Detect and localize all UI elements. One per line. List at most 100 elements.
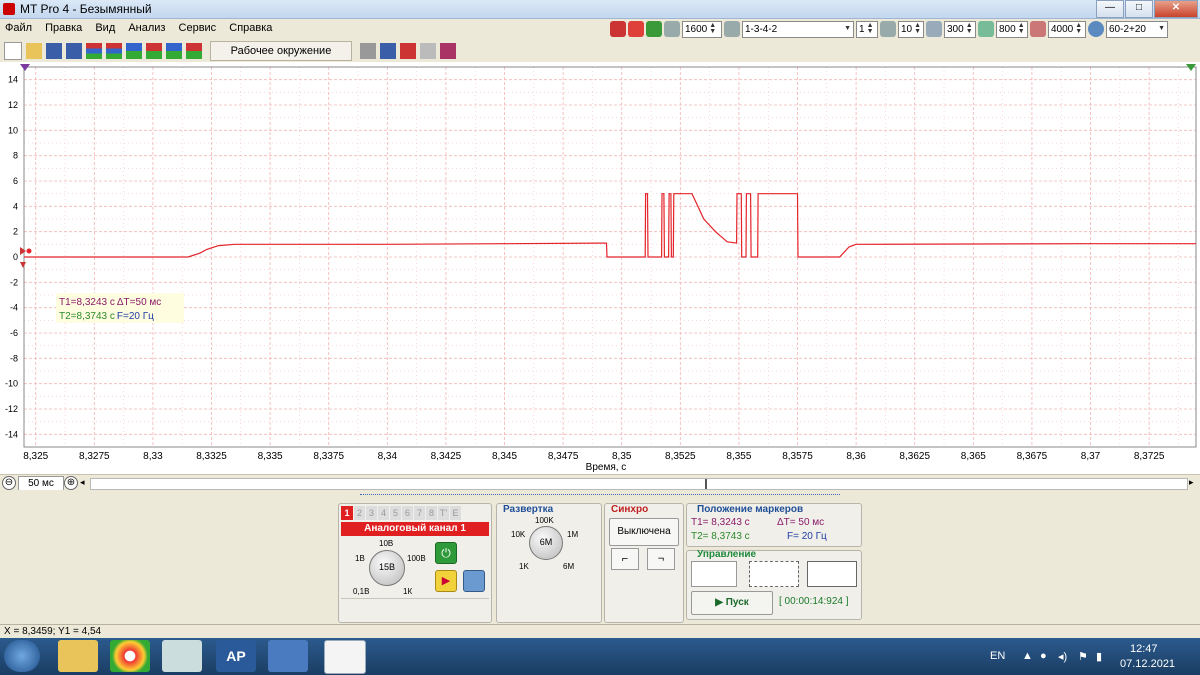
minimize-button[interactable]: — — [1096, 0, 1124, 18]
markers-title: Положение маркеров — [697, 504, 804, 515]
calculator-app-icon[interactable] — [162, 640, 202, 672]
play-icon[interactable]: ▶ — [435, 570, 457, 592]
waveform-5-icon[interactable] — [166, 43, 182, 59]
zoom-out-button[interactable]: ⊖ — [2, 476, 16, 490]
power-icon[interactable]: ⏻ — [435, 542, 457, 564]
grid-icon[interactable] — [440, 43, 456, 59]
save-workspace-icon[interactable] — [380, 43, 396, 59]
sine-window-icon[interactable] — [749, 561, 799, 587]
sine-mode-icon[interactable] — [691, 561, 737, 587]
y-tick-label: 0 — [13, 252, 18, 262]
menu-view[interactable]: Вид — [90, 19, 120, 34]
scroll-left-icon[interactable]: ◂ — [80, 477, 85, 488]
gauge-mid-field[interactable]: 800 ▲ ▼ — [996, 20, 1028, 38]
channel-tab-8[interactable]: 8 — [426, 506, 437, 520]
falling-edge-icon[interactable]: ¬ — [647, 548, 675, 570]
channel-tab-2[interactable]: 2 — [354, 506, 365, 520]
y-tick-label: 14 — [8, 75, 18, 85]
start-button-icon[interactable] — [4, 640, 40, 672]
x-tick-label: 8,3475 — [548, 451, 579, 462]
gauge-low-field[interactable]: 300 ▲ ▼ — [944, 20, 976, 38]
close-button[interactable]: ✕ — [1154, 0, 1198, 18]
waveform-1-icon[interactable] — [86, 43, 102, 59]
maximize-button[interactable]: □ — [1125, 0, 1153, 18]
channel-tab-4[interactable]: 4 — [378, 506, 389, 520]
waveform-3-icon[interactable] — [126, 43, 142, 59]
chart-svg[interactable]: 8,325 8,3275 8,33 8,3325 8,335 8,3375 8,34 8,34… — [0, 62, 1200, 474]
zero-level-icon[interactable] — [20, 247, 26, 255]
splitter[interactable] — [360, 494, 840, 499]
volume-icon[interactable]: ◂) — [1058, 650, 1067, 663]
channel-tab-t[interactable]: T' — [438, 506, 449, 520]
menu-bar: Файл Правка Вид Анализ Сервис Справка — [0, 19, 600, 39]
horizontal-scrollbar[interactable] — [90, 478, 1188, 490]
channel-tabs: 1 2 3 4 5 6 7 8 T' E — [341, 506, 461, 520]
flag-icon[interactable]: ⚑ — [1078, 650, 1088, 663]
scale-icon[interactable] — [420, 43, 436, 59]
x-tick-label: 8,37 — [1081, 451, 1101, 462]
ap-app-icon[interactable]: AP — [216, 640, 256, 672]
markers-t2: T2= 8,3743 с — [691, 531, 750, 542]
rpm-field[interactable]: 1600 ▲ ▼ — [682, 20, 722, 38]
zoom-in-button[interactable]: ⊕ — [64, 476, 78, 490]
channel-tab-5[interactable]: 5 — [390, 506, 401, 520]
teeth-select[interactable]: 60-2+20 ▼ — [1106, 20, 1168, 38]
start-button[interactable]: ▶ Пуск — [691, 591, 773, 615]
voltage-knob[interactable]: 15В — [369, 550, 405, 586]
channel-tab-e[interactable]: E — [450, 506, 461, 520]
menu-edit[interactable]: Правка — [40, 19, 87, 34]
x-tick-label: 8,3675 — [1017, 451, 1048, 462]
menu-service[interactable]: Сервис — [174, 19, 222, 34]
marker-info-t1: T1=8,3243 с — [59, 297, 115, 308]
waveform-6-icon[interactable] — [186, 43, 202, 59]
channel-tab-3[interactable]: 3 — [366, 506, 377, 520]
sweep-knob[interactable]: 6М — [529, 526, 563, 560]
new-file-icon[interactable] — [4, 42, 22, 60]
injector-icon[interactable] — [646, 21, 662, 37]
mtpro-app-icon[interactable] — [324, 640, 366, 674]
car-settings-icon[interactable] — [400, 43, 416, 59]
tray-app-icon[interactable]: ● — [1040, 650, 1047, 662]
menu-analysis[interactable]: Анализ — [123, 19, 170, 34]
rising-edge-icon[interactable]: ⌐ — [611, 548, 639, 570]
undo-icon[interactable] — [360, 43, 376, 59]
waveform-2-icon[interactable] — [106, 43, 122, 59]
car-icon[interactable] — [610, 21, 626, 37]
system-tray: EN ▲ ● ◂) ⚑ ▮ 12:47 07.12.2021 — [980, 638, 1200, 675]
chrome-icon[interactable] — [110, 640, 150, 672]
signal-icon[interactable]: ▮ — [1096, 650, 1102, 663]
sync-toggle-button[interactable]: Выключена — [609, 518, 679, 546]
clock-time[interactable]: 12:47 — [1130, 643, 1158, 655]
y-tick-label: -8 — [10, 353, 18, 363]
waveform-4-icon[interactable] — [146, 43, 162, 59]
channel-tab-7[interactable]: 7 — [414, 506, 425, 520]
channel-tab-6[interactable]: 6 — [402, 506, 413, 520]
multi-wave-icon[interactable] — [807, 561, 857, 587]
x-tick-label: 8,3275 — [79, 451, 110, 462]
scrollbar-thumb[interactable] — [705, 479, 707, 489]
explorer-icon[interactable] — [58, 640, 98, 672]
clock-date[interactable]: 07.12.2021 — [1120, 658, 1175, 670]
firing-order-select[interactable]: 1-3-4-2 ▼ — [742, 20, 854, 38]
ignition-icon[interactable] — [628, 21, 644, 37]
scroll-right-icon[interactable]: ▸ — [1189, 477, 1194, 488]
menu-file[interactable]: Файл — [0, 19, 37, 34]
language-indicator[interactable]: EN — [990, 650, 1005, 662]
timebase-field[interactable]: 50 мс — [18, 476, 64, 491]
menu-help[interactable]: Справка — [224, 19, 277, 34]
markers-dt: ΔT= 50 мс — [777, 517, 825, 528]
save-as-icon[interactable] — [66, 43, 82, 59]
calculator-icon[interactable] — [463, 570, 485, 592]
save-icon[interactable] — [46, 43, 62, 59]
angle-field[interactable]: 10 ▲ ▼ — [898, 20, 924, 38]
gauge-high-field[interactable]: 4000 ▲ ▼ — [1048, 20, 1086, 38]
channel-tab-1[interactable]: 1 — [341, 506, 353, 520]
cylinder-field[interactable]: 1 ▲ ▼ — [856, 20, 878, 38]
tray-expand-icon[interactable]: ▲ — [1022, 650, 1033, 662]
workspace-button[interactable]: Рабочее окружение — [210, 41, 352, 61]
open-folder-icon[interactable] — [26, 43, 42, 59]
control-title: Управление — [697, 549, 757, 560]
x-tick-label: 8,35 — [612, 451, 632, 462]
network-app-icon[interactable] — [268, 640, 308, 672]
oscilloscope-chart[interactable]: 8,325 8,3275 8,33 8,3325 8,335 8,3375 8,34 8,34… — [0, 62, 1200, 474]
